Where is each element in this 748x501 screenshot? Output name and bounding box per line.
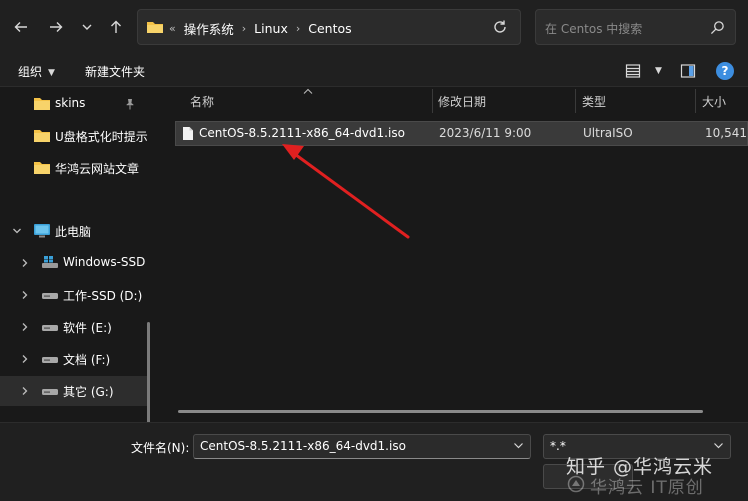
annotation-arrow-icon (282, 144, 410, 239)
sidebar-item-drive-e[interactable]: 软件 (E:) (0, 312, 150, 342)
view-options-icon[interactable] (625, 63, 641, 79)
forward-button[interactable] (43, 14, 69, 40)
view-options-dropdown[interactable]: ▼ (649, 63, 662, 77)
sidebar-item-drive-d[interactable]: 工作-SSD (D:) (0, 280, 150, 310)
column-header-modified[interactable]: 修改日期 (438, 87, 486, 115)
file-modified: 2023/6/11 9:00 (439, 126, 532, 140)
address-bar-row: « 操作系统 › Linux › Centos 在 Centos 中搜索 (0, 0, 748, 55)
windows-drive-icon (42, 256, 58, 268)
chevron-right-icon[interactable] (20, 386, 30, 396)
filename-value: CentOS-8.5.2111-x86_64-dvd1.iso (200, 439, 406, 453)
folder-icon (34, 98, 50, 110)
arrow-left-icon (14, 22, 27, 32)
arrow-right-icon (50, 22, 63, 32)
chevron-right-icon[interactable] (20, 290, 30, 300)
folder-icon (34, 130, 50, 142)
chevron-down-icon[interactable] (513, 440, 524, 451)
breadcrumb-separator[interactable]: › (296, 22, 300, 35)
column-header-name[interactable]: 名称 (190, 87, 214, 115)
table-row[interactable]: CentOS-8.5.2111-x86_64-dvd1.iso 2023/6/1… (175, 121, 748, 146)
watermark-logo-icon (567, 475, 585, 493)
up-button[interactable] (103, 14, 129, 40)
drive-icon (42, 293, 58, 299)
overflow-chevrons[interactable]: « (169, 22, 176, 35)
help-icon[interactable]: ? (716, 62, 734, 80)
column-divider[interactable] (432, 89, 433, 113)
recent-locations-button[interactable] (74, 14, 100, 40)
chevron-down-icon (714, 443, 723, 449)
folder-icon (147, 22, 163, 33)
back-button[interactable] (8, 14, 34, 40)
sort-ascending-icon (303, 88, 313, 94)
sidebar-item-label: Windows-SSD (63, 255, 146, 269)
breadcrumb-item-linux[interactable]: Linux (254, 21, 288, 36)
file-type: UltraISO (583, 126, 633, 140)
breadcrumb-item-centos[interactable]: Centos (308, 21, 351, 36)
breadcrumb: « 操作系统 › Linux › Centos (169, 19, 352, 38)
drive-icon (42, 357, 58, 363)
pin-icon[interactable] (124, 98, 136, 110)
sidebar-item-label: 软件 (E:) (63, 321, 112, 335)
sidebar-item-label: 文档 (F:) (63, 353, 111, 367)
organize-button[interactable]: 组织 ▼ (18, 63, 55, 80)
new-folder-button[interactable]: 新建文件夹 (85, 63, 145, 80)
chevron-down-icon (82, 24, 92, 30)
sidebar-item-label: 华鸿云网站文章 (55, 162, 140, 176)
column-header-type[interactable]: 类型 (582, 87, 606, 115)
sidebar-item-label: skins (55, 96, 86, 110)
file-icon (183, 127, 193, 140)
sidebar-item-drive-g[interactable]: 其它 (G:) (0, 376, 150, 406)
search-input[interactable]: 在 Centos 中搜索 (535, 9, 736, 45)
column-divider[interactable] (695, 89, 696, 113)
sidebar-item-label: 此电脑 (55, 225, 92, 239)
column-divider[interactable] (575, 89, 576, 113)
caret-down-icon: ▼ (48, 68, 55, 78)
sidebar-scrollbar[interactable] (147, 322, 150, 422)
sidebar-item-label: 其它 (G:) (63, 385, 114, 399)
file-list: 名称 修改日期 类型 大小 CentOS-8.5.2111-x86_64-dvd… (158, 87, 748, 422)
sidebar-item-usb-format[interactable]: U盘格式化时提示 (0, 121, 150, 151)
chevron-down-icon[interactable] (12, 226, 22, 236)
horizontal-scrollbar[interactable] (178, 410, 703, 413)
sidebar-item-website-articles[interactable]: 华鸿云网站文章 (0, 153, 150, 183)
breadcrumb-item-os[interactable]: 操作系统 (184, 19, 234, 38)
drive-icon (42, 389, 58, 395)
address-bar[interactable]: « 操作系统 › Linux › Centos (137, 9, 521, 45)
caret-down-icon: ▼ (655, 66, 662, 76)
navigation-pane: skins U盘格式化时提示 华鸿云网站文章 此电脑 Windows-SSD 工… (0, 87, 158, 422)
sidebar-item-windows-ssd[interactable]: Windows-SSD (0, 248, 150, 278)
sidebar-item-label: 工作-SSD (D:) (63, 289, 143, 303)
file-size: 10,541,0 (705, 126, 748, 140)
drive-icon (42, 325, 58, 331)
filename-input[interactable]: CentOS-8.5.2111-x86_64-dvd1.iso (193, 434, 531, 459)
watermark-subtext: 华鸿云 IT原创 (590, 478, 704, 498)
sidebar-item-drive-f[interactable]: 文档 (F:) (0, 344, 150, 374)
computer-icon (34, 224, 50, 238)
organize-label: 组织 (18, 65, 43, 79)
preview-pane-icon[interactable] (680, 63, 696, 79)
arrow-up-icon (111, 20, 121, 33)
filename-label: 文件名(N): (131, 441, 190, 455)
breadcrumb-separator[interactable]: › (242, 22, 246, 35)
sidebar-item-this-pc[interactable]: 此电脑 (0, 216, 150, 246)
search-placeholder: 在 Centos 中搜索 (545, 22, 643, 36)
chevron-right-icon[interactable] (20, 354, 30, 364)
sidebar-item-skins[interactable]: skins (0, 89, 150, 119)
search-icon (710, 21, 724, 35)
filetype-value: *.* (550, 439, 566, 453)
sidebar-item-label: U盘格式化时提示 (55, 130, 148, 144)
chevron-right-icon[interactable] (20, 322, 30, 332)
column-header-size[interactable]: 大小 (702, 87, 726, 115)
command-bar: 组织 ▼ 新建文件夹 ▼ (0, 55, 748, 87)
folder-icon (34, 162, 50, 174)
refresh-icon[interactable] (492, 19, 508, 35)
chevron-right-icon[interactable] (20, 258, 30, 268)
